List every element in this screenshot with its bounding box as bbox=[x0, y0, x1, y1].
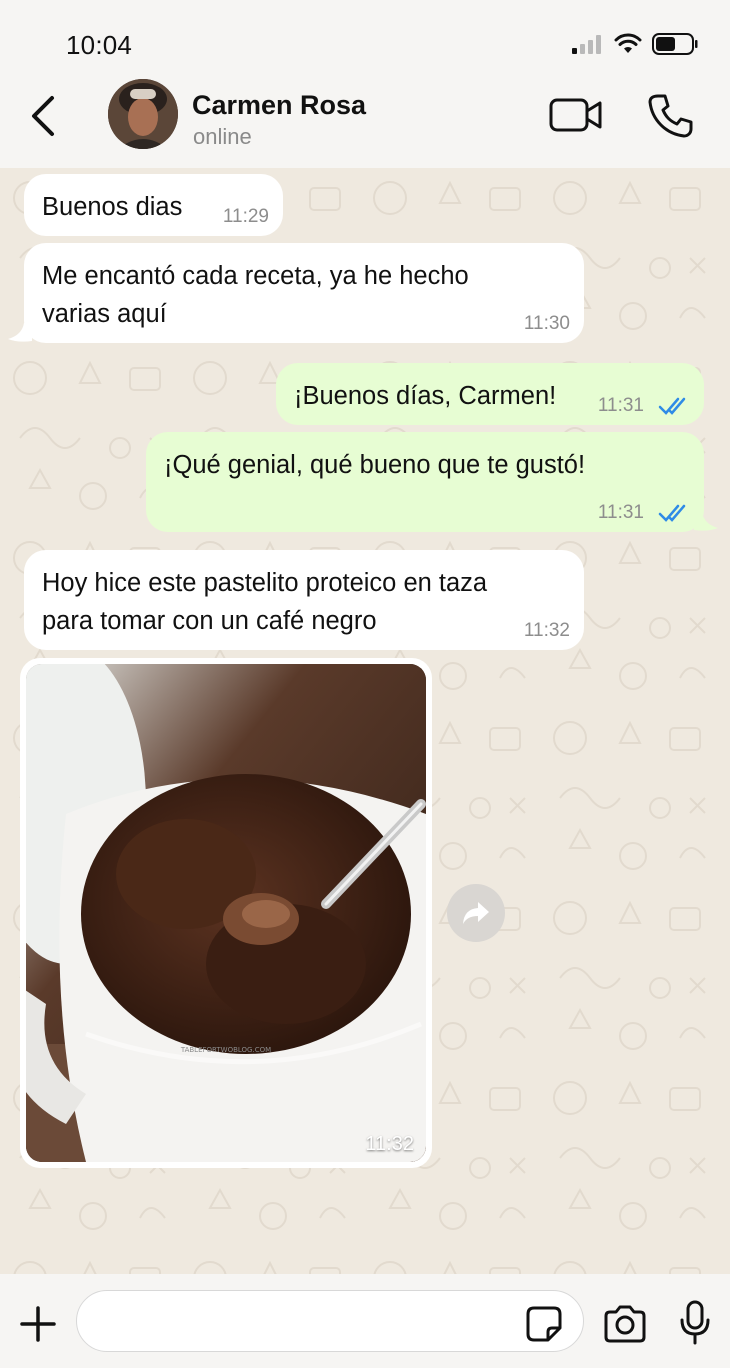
bubble-tail bbox=[694, 512, 718, 531]
message-time: 11:29 bbox=[222, 206, 269, 227]
message-bubble-outgoing[interactable]: ¡Buenos días, Carmen! 11:31 bbox=[276, 363, 704, 425]
camera-icon bbox=[604, 1305, 646, 1343]
photo-watermark: TABLEFORTWOBLOG.COM bbox=[180, 1046, 271, 1054]
status-time: 10:04 bbox=[66, 30, 133, 60]
video-call-button[interactable] bbox=[548, 96, 604, 136]
wifi-icon bbox=[614, 33, 642, 53]
cellular-signal-icon bbox=[572, 35, 601, 54]
message-time: 11:31 bbox=[597, 502, 644, 523]
message-bubble-incoming[interactable]: Buenos dias 11:29 bbox=[24, 174, 283, 236]
message-text: ¡Qué genial, qué bueno que te gustó! bbox=[164, 451, 586, 479]
message-time: 11:32 bbox=[523, 620, 570, 641]
message-input[interactable] bbox=[76, 1290, 584, 1352]
plus-icon bbox=[20, 1306, 56, 1342]
status-bar: 10:04 bbox=[0, 0, 730, 76]
microphone-icon bbox=[680, 1300, 710, 1345]
sticker-icon bbox=[526, 1306, 562, 1342]
message-time: 11:32 bbox=[365, 1133, 414, 1155]
chat-area[interactable]: Buenos dias 11:29 Me encantó cada receta… bbox=[0, 168, 730, 1274]
message-bubble-outgoing[interactable]: ¡Qué genial, qué bueno que te gustó! 11:… bbox=[146, 432, 704, 532]
contact-status: online bbox=[193, 124, 252, 149]
mug-cake-photo[interactable]: TABLEFORTWOBLOG.COM 11:32 bbox=[26, 664, 426, 1162]
chevron-left-icon bbox=[32, 96, 54, 136]
bubble-tail bbox=[8, 323, 32, 342]
back-button[interactable] bbox=[24, 92, 64, 140]
contact-photo bbox=[108, 79, 178, 149]
read-receipt-icon bbox=[658, 397, 686, 415]
voice-call-button[interactable] bbox=[646, 92, 694, 140]
message-text: Hoy hice este pastelito proteico en taza… bbox=[42, 569, 488, 635]
chat-header: Carmen Rosa online bbox=[0, 76, 730, 168]
forward-button[interactable] bbox=[447, 884, 505, 942]
composer-bar bbox=[0, 1274, 730, 1368]
attach-button[interactable] bbox=[18, 1304, 58, 1344]
video-camera-icon bbox=[549, 98, 602, 132]
message-text: Me encantó cada receta, ya he hecho vari… bbox=[42, 262, 469, 328]
camera-button[interactable] bbox=[602, 1304, 648, 1344]
photo-illustration: TABLEFORTWOBLOG.COM bbox=[26, 664, 426, 1162]
message-time: 11:31 bbox=[597, 395, 644, 416]
sticker-button[interactable] bbox=[524, 1304, 564, 1344]
phone-icon bbox=[648, 94, 693, 138]
message-time: 11:30 bbox=[523, 313, 570, 334]
image-message[interactable]: TABLEFORTWOBLOG.COM 11:32 bbox=[20, 658, 432, 1168]
message-bubble-incoming[interactable]: Hoy hice este pastelito proteico en taza… bbox=[24, 550, 584, 650]
status-icons bbox=[572, 30, 698, 58]
read-receipt-icon bbox=[658, 504, 686, 522]
voice-message-button[interactable] bbox=[678, 1300, 712, 1346]
battery-icon bbox=[652, 33, 698, 55]
contact-name[interactable]: Carmen Rosa bbox=[192, 90, 366, 121]
forward-arrow-icon bbox=[463, 902, 489, 924]
message-bubble-incoming[interactable]: Me encantó cada receta, ya he hecho vari… bbox=[24, 243, 584, 343]
avatar[interactable] bbox=[108, 79, 178, 149]
